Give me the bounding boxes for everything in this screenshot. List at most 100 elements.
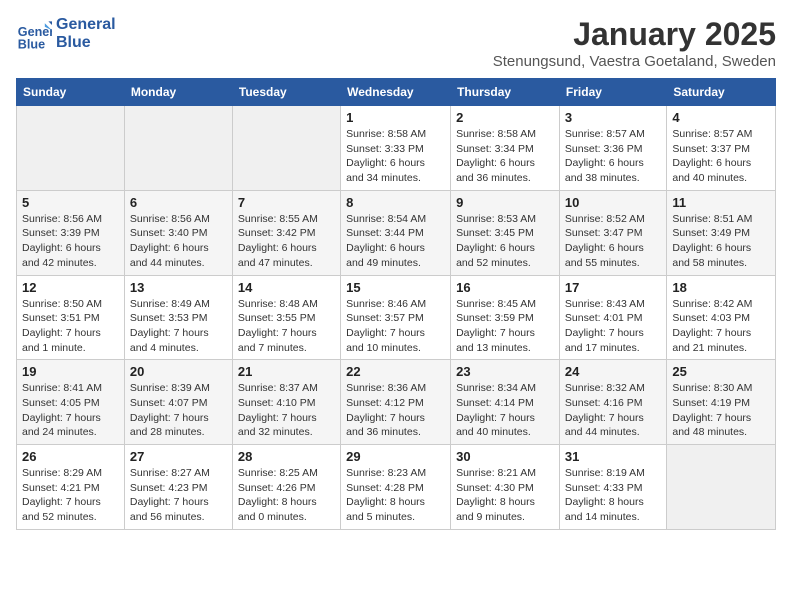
day-info: Sunrise: 8:54 AM Sunset: 3:44 PM Dayligh… <box>346 212 445 271</box>
calendar-cell <box>17 106 125 191</box>
calendar-title: January 2025 <box>493 16 776 53</box>
calendar-week-0: 1Sunrise: 8:58 AM Sunset: 3:33 PM Daylig… <box>17 106 776 191</box>
day-number: 20 <box>130 364 227 379</box>
weekday-header-monday: Monday <box>124 79 232 106</box>
calendar-cell: 30 Sunrise: 8:21 AM Sunset: 4:30 PM Dayli… <box>451 445 560 530</box>
calendar-cell: 3 Sunrise: 8:57 AM Sunset: 3:36 PM Daylig… <box>559 106 666 191</box>
weekday-header-friday: Friday <box>559 79 666 106</box>
calendar-subtitle: Stenungsund, Vaestra Goetaland, Sweden <box>493 53 776 70</box>
calendar-cell: 18Sunrise: 8:42 AM Sunset: 4:03 PM Dayli… <box>667 275 776 360</box>
day-info: Sunrise: 8:53 AM Sunset: 3:45 PM Dayligh… <box>456 212 554 271</box>
calendar-cell: 29 Sunrise: 8:23 AM Sunset: 4:28 PM Dayli… <box>341 445 451 530</box>
calendar-week-2: 12 Sunrise: 8:50 AM Sunset: 3:51 PM Dayli… <box>17 275 776 360</box>
calendar-cell: 4 Sunrise: 8:57 AM Sunset: 3:37 PM Daylig… <box>667 106 776 191</box>
calendar-cell: 13 Sunrise: 8:49 AM Sunset: 3:53 PM Dayli… <box>124 275 232 360</box>
calendar-cell: 6 Sunrise: 8:56 AM Sunset: 3:40 PM Daylig… <box>124 190 232 275</box>
day-number: 8 <box>346 195 445 210</box>
page-header: General Blue General Blue January 2025 S… <box>16 16 776 70</box>
day-info: Sunrise: 8:58 AM Sunset: 3:34 PM Dayligh… <box>456 127 554 186</box>
calendar-cell: 8 Sunrise: 8:54 AM Sunset: 3:44 PM Daylig… <box>341 190 451 275</box>
calendar-cell: 5 Sunrise: 8:56 AM Sunset: 3:39 PM Daylig… <box>17 190 125 275</box>
calendar-week-4: 26 Sunrise: 8:29 AM Sunset: 4:21 PM Dayli… <box>17 445 776 530</box>
day-info: Sunrise: 8:36 AM Sunset: 4:12 PM Dayligh… <box>346 381 445 440</box>
day-number: 23 <box>456 364 554 379</box>
day-number: 22 <box>346 364 445 379</box>
title-block: January 2025 Stenungsund, Vaestra Goetal… <box>493 16 776 70</box>
calendar-cell: 2Sunrise: 8:58 AM Sunset: 3:34 PM Daylig… <box>451 106 560 191</box>
day-info: Sunrise: 8:32 AM Sunset: 4:16 PM Dayligh… <box>565 381 661 440</box>
day-number: 15 <box>346 280 445 295</box>
day-number: 16 <box>456 280 554 295</box>
day-info: Sunrise: 8:58 AM Sunset: 3:33 PM Dayligh… <box>346 127 445 186</box>
day-number: 9 <box>456 195 554 210</box>
day-info: Sunrise: 8:19 AM Sunset: 4:33 PM Dayligh… <box>565 466 661 525</box>
calendar-cell: 25 Sunrise: 8:30 AM Sunset: 4:19 PM Dayli… <box>667 360 776 445</box>
day-number: 30 <box>456 449 554 464</box>
day-number: 21 <box>238 364 335 379</box>
calendar-week-1: 5 Sunrise: 8:56 AM Sunset: 3:39 PM Daylig… <box>17 190 776 275</box>
calendar-week-3: 19 Sunrise: 8:41 AM Sunset: 4:05 PM Dayli… <box>17 360 776 445</box>
day-info: Sunrise: 8:21 AM Sunset: 4:30 PM Dayligh… <box>456 466 554 525</box>
day-info: Sunrise: 8:41 AM Sunset: 4:05 PM Dayligh… <box>22 381 119 440</box>
calendar-cell <box>667 445 776 530</box>
calendar-table: SundayMondayTuesdayWednesdayThursdayFrid… <box>16 78 776 530</box>
day-info: Sunrise: 8:27 AM Sunset: 4:23 PM Dayligh… <box>130 466 227 525</box>
weekday-header-saturday: Saturday <box>667 79 776 106</box>
day-info: Sunrise: 8:56 AM Sunset: 3:39 PM Dayligh… <box>22 212 119 271</box>
day-info: Sunrise: 8:37 AM Sunset: 4:10 PM Dayligh… <box>238 381 335 440</box>
day-info: Sunrise: 8:56 AM Sunset: 3:40 PM Dayligh… <box>130 212 227 271</box>
calendar-cell: 27 Sunrise: 8:27 AM Sunset: 4:23 PM Dayli… <box>124 445 232 530</box>
calendar-cell: 15Sunrise: 8:46 AM Sunset: 3:57 PM Dayli… <box>341 275 451 360</box>
day-number: 31 <box>565 449 661 464</box>
day-info: Sunrise: 8:29 AM Sunset: 4:21 PM Dayligh… <box>22 466 119 525</box>
day-number: 4 <box>672 110 770 125</box>
day-number: 3 <box>565 110 661 125</box>
calendar-cell: 31 Sunrise: 8:19 AM Sunset: 4:33 PM Dayli… <box>559 445 666 530</box>
day-number: 25 <box>672 364 770 379</box>
day-number: 29 <box>346 449 445 464</box>
calendar-cell: 26 Sunrise: 8:29 AM Sunset: 4:21 PM Dayli… <box>17 445 125 530</box>
day-number: 5 <box>22 195 119 210</box>
weekday-header-row: SundayMondayTuesdayWednesdayThursdayFrid… <box>17 79 776 106</box>
calendar-cell <box>232 106 340 191</box>
weekday-header-thursday: Thursday <box>451 79 560 106</box>
day-number: 14 <box>238 280 335 295</box>
calendar-cell: 10 Sunrise: 8:52 AM Sunset: 3:47 PM Dayli… <box>559 190 666 275</box>
calendar-cell: 19 Sunrise: 8:41 AM Sunset: 4:05 PM Dayli… <box>17 360 125 445</box>
weekday-header-sunday: Sunday <box>17 79 125 106</box>
calendar-cell: 1Sunrise: 8:58 AM Sunset: 3:33 PM Daylig… <box>341 106 451 191</box>
day-number: 17 <box>565 280 661 295</box>
day-info: Sunrise: 8:57 AM Sunset: 3:36 PM Dayligh… <box>565 127 661 186</box>
day-number: 13 <box>130 280 227 295</box>
day-info: Sunrise: 8:50 AM Sunset: 3:51 PM Dayligh… <box>22 297 119 356</box>
day-info: Sunrise: 8:49 AM Sunset: 3:53 PM Dayligh… <box>130 297 227 356</box>
day-info: Sunrise: 8:52 AM Sunset: 3:47 PM Dayligh… <box>565 212 661 271</box>
day-info: Sunrise: 8:23 AM Sunset: 4:28 PM Dayligh… <box>346 466 445 525</box>
calendar-cell: 16Sunrise: 8:45 AM Sunset: 3:59 PM Dayli… <box>451 275 560 360</box>
day-info: Sunrise: 8:57 AM Sunset: 3:37 PM Dayligh… <box>672 127 770 186</box>
svg-text:Blue: Blue <box>18 37 45 51</box>
day-info: Sunrise: 8:25 AM Sunset: 4:26 PM Dayligh… <box>238 466 335 525</box>
logo-icon: General Blue <box>16 16 52 52</box>
day-number: 27 <box>130 449 227 464</box>
day-number: 11 <box>672 195 770 210</box>
logo: General Blue General Blue <box>16 16 116 52</box>
day-info: Sunrise: 8:42 AM Sunset: 4:03 PM Dayligh… <box>672 297 770 356</box>
calendar-cell <box>124 106 232 191</box>
day-number: 6 <box>130 195 227 210</box>
day-number: 10 <box>565 195 661 210</box>
calendar-cell: 14Sunrise: 8:48 AM Sunset: 3:55 PM Dayli… <box>232 275 340 360</box>
day-info: Sunrise: 8:51 AM Sunset: 3:49 PM Dayligh… <box>672 212 770 271</box>
calendar-cell: 20Sunrise: 8:39 AM Sunset: 4:07 PM Dayli… <box>124 360 232 445</box>
logo-line1: General <box>56 16 116 34</box>
calendar-cell: 12 Sunrise: 8:50 AM Sunset: 3:51 PM Dayli… <box>17 275 125 360</box>
day-number: 26 <box>22 449 119 464</box>
day-number: 7 <box>238 195 335 210</box>
day-number: 12 <box>22 280 119 295</box>
day-info: Sunrise: 8:30 AM Sunset: 4:19 PM Dayligh… <box>672 381 770 440</box>
day-number: 19 <box>22 364 119 379</box>
calendar-cell: 9 Sunrise: 8:53 AM Sunset: 3:45 PM Daylig… <box>451 190 560 275</box>
day-info: Sunrise: 8:43 AM Sunset: 4:01 PM Dayligh… <box>565 297 661 356</box>
day-number: 24 <box>565 364 661 379</box>
calendar-cell: 24 Sunrise: 8:32 AM Sunset: 4:16 PM Dayli… <box>559 360 666 445</box>
